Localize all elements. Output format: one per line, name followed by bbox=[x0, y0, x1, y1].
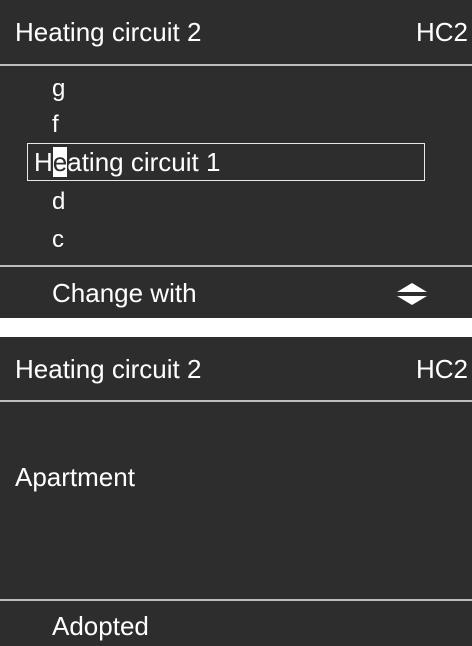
screen-header: Heating circuit 2 HC2 bbox=[0, 0, 472, 64]
header-title: Heating circuit 2 bbox=[15, 354, 202, 384]
edit-text-before-cursor: H bbox=[34, 147, 53, 177]
footer-label: Change with bbox=[52, 278, 197, 308]
footer-divider bbox=[0, 265, 472, 267]
name-edit-screen: Heating circuit 2 HC2 g f Heating circui… bbox=[0, 0, 472, 318]
edit-text-after-cursor: ating circuit 1 bbox=[67, 147, 221, 177]
header-code: HC2 bbox=[415, 354, 468, 384]
list-item[interactable]: c bbox=[52, 226, 64, 254]
text-cursor: e bbox=[52, 147, 68, 177]
footer-label: Adopted bbox=[52, 611, 149, 641]
header-divider bbox=[0, 400, 472, 402]
header-code: HC2 bbox=[415, 17, 468, 47]
list-item[interactable]: d bbox=[52, 188, 65, 216]
header-title: Heating circuit 2 bbox=[15, 17, 202, 47]
adopted-screen: Heating circuit 2 HC2 Apartment Adopted bbox=[0, 337, 472, 646]
list-item[interactable]: g bbox=[52, 75, 65, 103]
up-down-arrows-icon[interactable] bbox=[397, 283, 427, 305]
header-divider bbox=[0, 64, 472, 66]
screen-header: Heating circuit 2 HC2 bbox=[0, 337, 472, 401]
name-edit-field[interactable]: Heating circuit 1 bbox=[27, 143, 425, 181]
footer-divider bbox=[0, 599, 472, 601]
list-item[interactable]: f bbox=[52, 111, 59, 139]
edit-field-text: Heating circuit 1 bbox=[34, 147, 220, 177]
circuit-name-value: Apartment bbox=[15, 462, 135, 492]
